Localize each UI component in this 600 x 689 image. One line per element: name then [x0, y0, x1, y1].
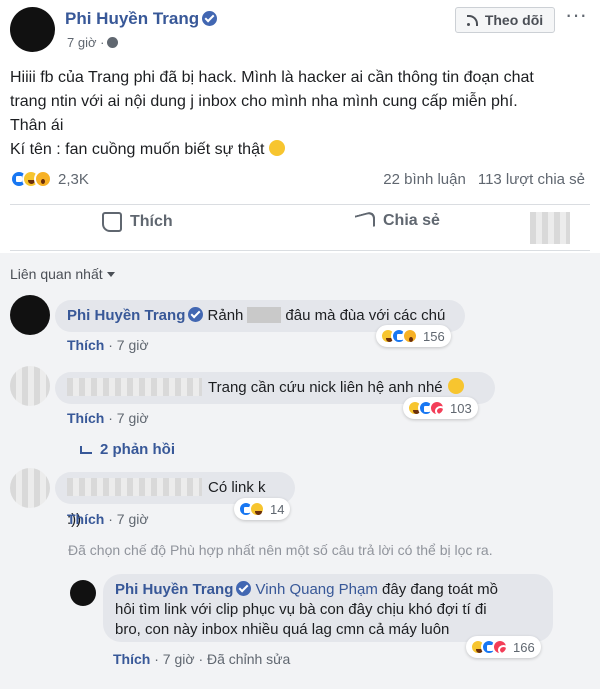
reactions-summary[interactable]: 2,3K — [10, 170, 89, 188]
more-options-icon[interactable]: ··· — [565, 2, 587, 28]
author-name-text[interactable]: Phi Huyền Trang — [65, 9, 199, 28]
post-line-text: Kí tên : fan cuồng muốn biết sự thật — [10, 141, 265, 158]
comment-text: đâu mà đùa với các chú — [285, 307, 446, 324]
shares-count[interactable]: 113 lượt chia sẻ — [478, 171, 585, 188]
comment-reactions[interactable]: 156 — [376, 325, 451, 347]
comment-sort-dropdown[interactable]: Liên quan nhất — [10, 266, 115, 282]
post-line: Kí tên : fan cuồng muốn biết sự thật — [10, 138, 590, 162]
comment-like-link[interactable]: Thích — [67, 410, 104, 426]
comment-reaction-count: 103 — [450, 400, 472, 416]
post-stats: 22 bình luận 113 lượt chia sẻ — [383, 171, 585, 188]
haha-reaction-icon — [249, 501, 265, 517]
follow-button[interactable]: Theo dõi — [455, 7, 555, 33]
commenter-avatar[interactable] — [10, 295, 50, 335]
comment-reactions[interactable]: 14 — [234, 498, 291, 520]
like-button[interactable]: Thích — [102, 212, 173, 232]
blurred-commenter-name — [67, 478, 202, 496]
comment-time[interactable]: 7 giờ — [117, 337, 149, 353]
love-reaction-icon — [429, 400, 446, 416]
reply-text: đây đang toát mồ — [382, 581, 498, 598]
wow-reaction-icon — [34, 170, 52, 188]
mention-link[interactable]: Vinh Quang Phạm — [256, 581, 378, 598]
reply-time[interactable]: 7 giờ — [163, 651, 195, 667]
comment-time[interactable]: 7 giờ — [117, 410, 149, 426]
blurred-avatar — [530, 212, 570, 244]
reply-reaction-count: 166 — [513, 639, 535, 655]
reply-line: Phi Huyền Trang Vinh Quang Phạm đây đang… — [115, 580, 541, 600]
blurred-commenter-avatar — [10, 366, 50, 406]
author-name[interactable]: Phi Huyền Trang — [65, 9, 218, 29]
reply-arrow-icon — [80, 446, 92, 454]
rss-icon — [466, 14, 479, 26]
verified-badge-icon — [236, 581, 252, 596]
verified-badge-icon — [202, 11, 218, 26]
blurred-commenter-avatar — [10, 468, 50, 508]
blurred-commenter-name — [67, 378, 202, 396]
sort-label: Liên quan nhất — [10, 266, 103, 282]
thumbs-up-icon — [102, 212, 122, 232]
comment-meta: Thích · 7 giờ — [67, 410, 149, 426]
view-replies-link[interactable]: 2 phản hồi — [80, 441, 175, 458]
reply-meta: Thích · 7 giờ · Đã chỉnh sửa — [113, 651, 291, 667]
reply-like-link[interactable]: Thích — [113, 651, 150, 667]
post-line: trang ntin với ai nội dung j inbox cho m… — [10, 93, 518, 110]
author-avatar[interactable] — [10, 7, 55, 52]
divider — [10, 250, 590, 251]
comment-reaction-count: 14 — [270, 501, 285, 517]
caret-down-icon — [106, 272, 115, 277]
grinning-emoji-icon — [269, 140, 286, 156]
comment-like-link[interactable]: Thích — [67, 511, 104, 527]
replies-label: 2 phản hồi — [100, 441, 175, 458]
post-line: Hiiii fb của Trang phi đã bị hack. Mình … — [10, 69, 534, 86]
reply-reactions[interactable]: 166 — [466, 636, 541, 658]
comment-text: Trang cần cứu nick liên hệ anh nhé — [208, 379, 443, 396]
share-arrow-icon — [355, 210, 375, 232]
reply-line: hôi tìm link với clip phục vụ bà con đây… — [115, 601, 487, 618]
comment-reaction-count: 156 — [423, 328, 445, 344]
comment-reactions[interactable]: 103 — [403, 397, 478, 419]
reaction-count[interactable]: 2,3K — [58, 171, 89, 188]
love-reaction-icon — [492, 639, 509, 655]
comments-count[interactable]: 22 bình luận — [383, 171, 466, 188]
follow-label: Theo dõi — [484, 12, 544, 28]
pacman-emoji-icon — [447, 378, 464, 394]
comment-time[interactable]: 7 giờ — [117, 511, 149, 527]
reply-author-avatar[interactable] — [70, 580, 96, 606]
share-button[interactable]: Chia sẻ — [355, 210, 440, 232]
reply-bubble: Phi Huyền Trang Vinh Quang Phạm đây đang… — [103, 574, 553, 642]
post-time-text[interactable]: 7 giờ — [67, 35, 97, 50]
wow-reaction-icon — [402, 328, 418, 344]
divider — [10, 204, 590, 205]
filter-notice: Đã chọn chế độ Phù hợp nhất nên một số c… — [68, 542, 493, 558]
censored-text — [247, 307, 282, 323]
post-body: Hiiii fb của Trang phi đã bị hack. Mình … — [10, 66, 590, 162]
comment-meta: Thích · 7 giờ — [67, 511, 149, 527]
facebook-post: Phi Huyền Trang 7 giờ · Theo dõi ··· Hii… — [0, 0, 600, 689]
comment-like-link[interactable]: Thích — [67, 337, 104, 353]
comment-meta: Thích · 7 giờ — [67, 337, 149, 353]
share-label: Chia sẻ — [383, 212, 440, 229]
like-label: Thích — [130, 213, 173, 230]
globe-icon — [107, 37, 119, 48]
comment-text: Rảnh — [207, 307, 244, 324]
reply-edited[interactable]: Đã chỉnh sửa — [207, 651, 290, 667]
verified-badge-icon — [188, 307, 204, 322]
post-timestamp[interactable]: 7 giờ · — [67, 35, 119, 50]
comment-author[interactable]: Phi Huyền Trang — [67, 307, 185, 324]
post-actions: Thích Chia sẻ — [0, 210, 600, 244]
post-line: Thân ái — [10, 117, 64, 134]
reply-author[interactable]: Phi Huyền Trang — [115, 581, 233, 598]
